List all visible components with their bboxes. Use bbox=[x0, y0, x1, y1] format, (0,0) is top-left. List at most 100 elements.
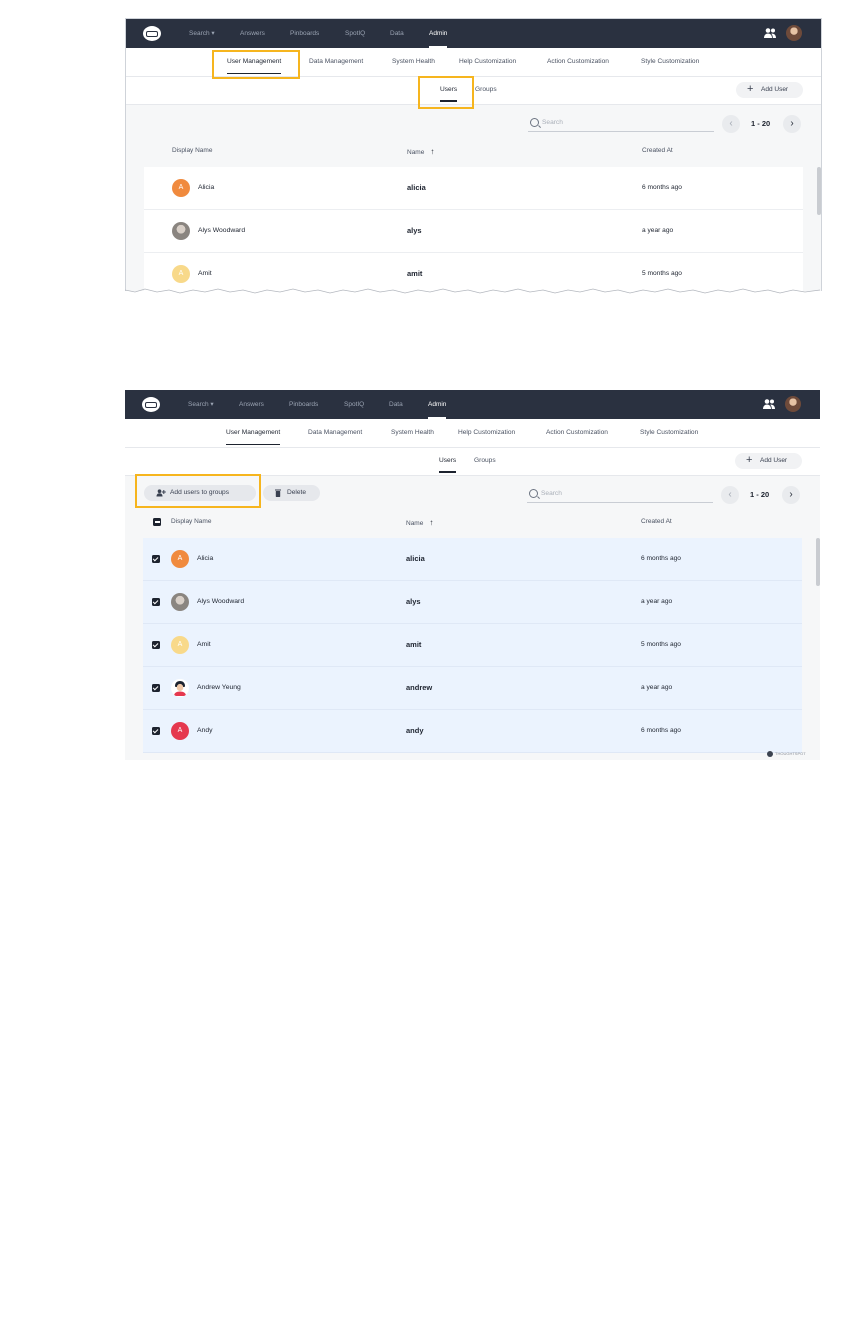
subnav-data-management[interactable]: Data Management bbox=[309, 48, 363, 76]
nav-spotiq[interactable]: SpotIQ bbox=[344, 390, 364, 419]
subnav-help-customization[interactable]: Help Customization bbox=[458, 419, 515, 447]
table-row[interactable]: A Alicia alicia 6 months ago bbox=[144, 167, 803, 210]
nav-search[interactable]: Search ▾ bbox=[189, 19, 215, 48]
app-logo[interactable] bbox=[143, 26, 161, 41]
search-input[interactable] bbox=[542, 116, 702, 129]
next-page-button[interactable]: › bbox=[783, 115, 801, 133]
next-page-button[interactable]: › bbox=[782, 486, 800, 504]
users-table-body: A Alicia alicia 6 months ago Alys Woodwa… bbox=[143, 538, 802, 753]
username-cell: amit bbox=[407, 269, 423, 278]
column-header-created-at[interactable]: Created At bbox=[641, 518, 672, 525]
created-at-cell: 6 months ago bbox=[642, 184, 682, 191]
avatar: A bbox=[172, 179, 190, 197]
nav-answers[interactable]: Answers bbox=[240, 19, 265, 48]
add-user-label: Add User bbox=[760, 457, 788, 464]
scrollbar[interactable] bbox=[817, 167, 821, 215]
username-cell: andrew bbox=[406, 683, 433, 692]
username-cell: alicia bbox=[407, 183, 426, 192]
column-header-name[interactable]: Name ↑ bbox=[406, 518, 433, 527]
people-icon[interactable] bbox=[763, 27, 777, 39]
tab-users[interactable]: Users bbox=[439, 447, 457, 475]
nav-spotiq[interactable]: SpotIQ bbox=[345, 19, 365, 48]
display-name-cell: Amit bbox=[198, 270, 212, 277]
top-navigation-bar: Search ▾ Answers Pinboards SpotIQ Data A… bbox=[126, 19, 821, 48]
search-icon bbox=[530, 118, 539, 127]
display-name-cell: Alicia bbox=[197, 555, 214, 562]
user-avatar[interactable] bbox=[785, 396, 801, 412]
column-header-display-name[interactable]: Display Name bbox=[172, 147, 212, 154]
username-cell: andy bbox=[406, 726, 424, 735]
row-checkbox[interactable] bbox=[152, 684, 160, 692]
table-row[interactable]: A Amit amit 5 months ago bbox=[144, 253, 803, 291]
subnav-data-management[interactable]: Data Management bbox=[308, 419, 362, 447]
nav-admin[interactable]: Admin bbox=[428, 390, 447, 419]
search-box[interactable] bbox=[528, 115, 714, 132]
subnav-user-management[interactable]: User Management bbox=[226, 419, 281, 447]
username-cell: alys bbox=[406, 597, 421, 606]
nav-pinboards[interactable]: Pinboards bbox=[290, 19, 319, 48]
table-row[interactable]: Andrew Yeung andrew a year ago bbox=[143, 667, 802, 710]
sort-ascending-icon: ↑ bbox=[430, 147, 435, 156]
user-avatar[interactable] bbox=[786, 25, 802, 41]
tab-groups[interactable]: Groups bbox=[474, 447, 496, 475]
brand-name: THOUGHTSPOT bbox=[775, 751, 806, 757]
nav-answers[interactable]: Answers bbox=[239, 390, 264, 419]
username-cell: amit bbox=[406, 640, 422, 649]
top-navigation-bar: Search ▾ Answers Pinboards SpotIQ Data A… bbox=[125, 390, 820, 419]
select-all-checkbox[interactable] bbox=[153, 518, 161, 526]
subnav-system-health[interactable]: System Health bbox=[391, 419, 434, 447]
pagination-range: 1 - 20 bbox=[750, 490, 770, 499]
column-header-name-label: Name bbox=[406, 520, 424, 527]
table-row[interactable]: A Andy andy 6 months ago bbox=[143, 710, 802, 753]
table-row[interactable]: Alys Woodward alys a year ago bbox=[143, 581, 802, 624]
prev-page-button[interactable]: ‹ bbox=[721, 486, 739, 504]
row-checkbox[interactable] bbox=[152, 598, 160, 606]
row-checkbox[interactable] bbox=[152, 555, 160, 563]
avatar: A bbox=[171, 550, 189, 568]
prev-page-button[interactable]: ‹ bbox=[722, 115, 740, 133]
people-icon[interactable] bbox=[762, 398, 776, 410]
avatar bbox=[172, 222, 190, 240]
subnav-action-customization[interactable]: Action Customization bbox=[546, 419, 608, 447]
subnav-style-customization[interactable]: Style Customization bbox=[640, 419, 698, 447]
nav-admin[interactable]: Admin bbox=[429, 19, 448, 48]
brand-logo-icon bbox=[767, 751, 773, 757]
nav-pinboards[interactable]: Pinboards bbox=[289, 390, 318, 419]
table-row[interactable]: A Amit amit 5 months ago bbox=[143, 624, 802, 667]
row-checkbox[interactable] bbox=[152, 641, 160, 649]
subnav-system-health[interactable]: System Health bbox=[392, 48, 435, 76]
avatar: A bbox=[172, 265, 190, 283]
display-name-cell: Andy bbox=[197, 727, 213, 734]
plus-icon: + bbox=[747, 83, 754, 95]
avatar: A bbox=[171, 636, 189, 654]
tab-groups[interactable]: Groups bbox=[475, 76, 497, 104]
row-checkbox[interactable] bbox=[152, 727, 160, 735]
add-user-button[interactable]: + Add User bbox=[735, 453, 802, 469]
created-at-cell: 5 months ago bbox=[642, 270, 682, 277]
column-header-created-at[interactable]: Created At bbox=[642, 147, 673, 154]
subnav-style-customization[interactable]: Style Customization bbox=[641, 48, 699, 76]
search-input[interactable] bbox=[541, 487, 701, 500]
add-user-button[interactable]: + Add User bbox=[736, 82, 803, 98]
scrollbar[interactable] bbox=[816, 538, 820, 586]
screenshot-users-list: Search ▾ Answers Pinboards SpotIQ Data A… bbox=[125, 18, 822, 291]
nav-data[interactable]: Data bbox=[389, 390, 403, 419]
created-at-cell: 6 months ago bbox=[641, 555, 681, 562]
admin-subnav: User Management Data Management System H… bbox=[125, 419, 820, 448]
nav-search[interactable]: Search ▾ bbox=[188, 390, 214, 419]
table-row[interactable]: Alys Woodward alys a year ago bbox=[144, 210, 803, 253]
add-user-label: Add User bbox=[761, 86, 789, 93]
column-header-display-name[interactable]: Display Name bbox=[171, 518, 211, 525]
nav-data[interactable]: Data bbox=[390, 19, 404, 48]
table-row[interactable]: A Alicia alicia 6 months ago bbox=[143, 538, 802, 581]
column-header-name[interactable]: Name ↑ bbox=[407, 147, 434, 156]
app-logo[interactable] bbox=[142, 397, 160, 412]
search-box[interactable] bbox=[527, 486, 713, 503]
users-table-body: A Alicia alicia 6 months ago Alys Woodwa… bbox=[144, 167, 803, 291]
subnav-action-customization[interactable]: Action Customization bbox=[547, 48, 609, 76]
avatar bbox=[171, 679, 189, 697]
delete-button[interactable]: Delete bbox=[263, 485, 320, 501]
users-table-area: ‹ 1 - 20 › Display Name Name ↑ Created At… bbox=[126, 105, 821, 291]
subnav-help-customization[interactable]: Help Customization bbox=[459, 48, 516, 76]
brand-watermark: THOUGHTSPOT bbox=[767, 751, 806, 757]
